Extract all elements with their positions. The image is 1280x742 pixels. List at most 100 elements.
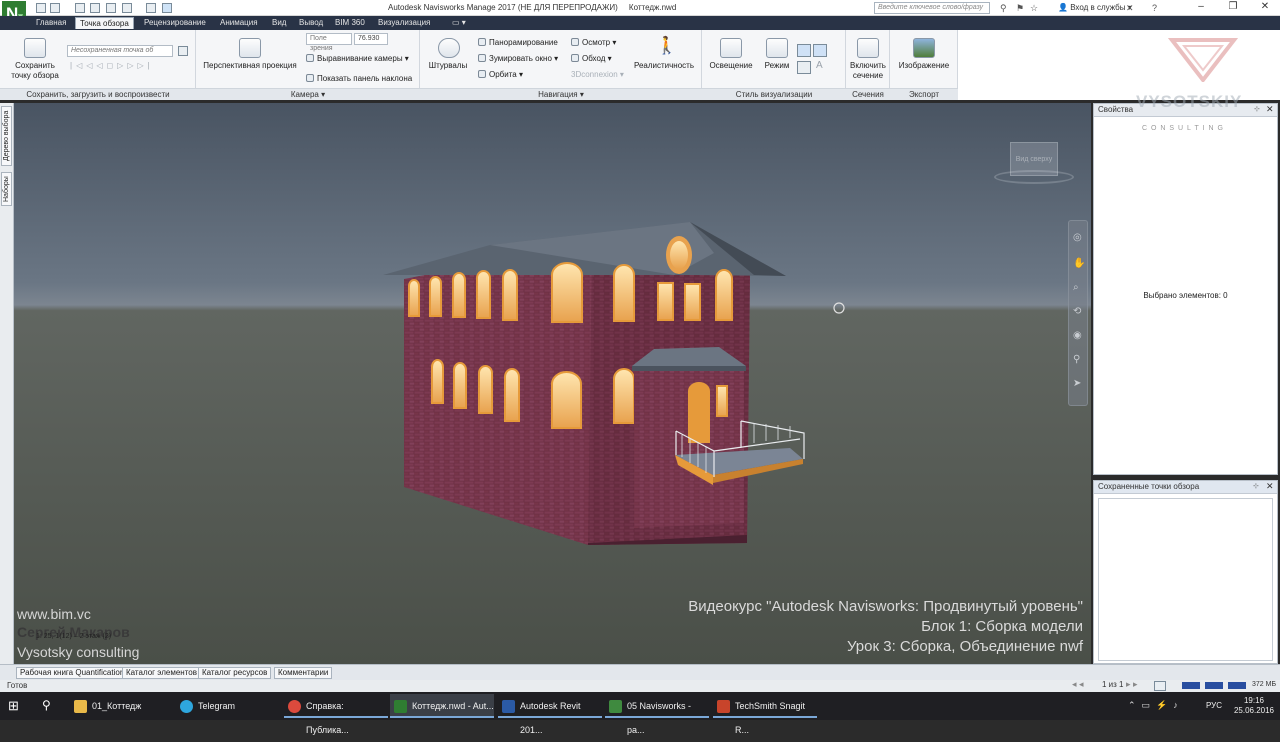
mode-button[interactable]: Режим (760, 61, 794, 71)
undo-icon[interactable] (106, 3, 116, 13)
tab-output[interactable]: Вывод (295, 17, 327, 29)
taskbar-item-telegram[interactable]: Telegram (176, 694, 280, 718)
render-mode-icon[interactable] (766, 38, 788, 58)
binoculars-search-icon[interactable]: ⚲ (1000, 3, 1007, 14)
steering-wheels-button[interactable]: Штурвалы (424, 61, 472, 71)
image-export-button[interactable]: Изображение (890, 61, 958, 71)
tab-animation[interactable]: Анимация (216, 17, 262, 29)
nav-select-icon[interactable]: ➤ (1073, 378, 1081, 389)
orbit-button[interactable]: Орбита ▾ (478, 70, 523, 80)
star-icon[interactable]: ☆ (1030, 3, 1038, 14)
playback-controls[interactable]: |◁◁◁◻▷▷▷| (70, 61, 154, 71)
tab-home[interactable]: Главная (32, 17, 70, 29)
show-tilt-panel-button[interactable]: Показать панель наклона (306, 74, 412, 84)
taskbar-item-revit[interactable]: Autodesk Revit 201... (498, 694, 602, 735)
3dconnexion-button[interactable]: 3Dconnexion ▾ (571, 70, 624, 80)
open-file-icon[interactable] (50, 3, 60, 13)
pan-button[interactable]: Панорамирование (478, 38, 558, 48)
tab-bim360[interactable]: BIM 360 (331, 17, 369, 29)
tab-view[interactable]: Вид (268, 17, 290, 29)
fov-input[interactable]: 76.930 (354, 33, 388, 45)
redo-icon[interactable] (122, 3, 132, 13)
tab-review[interactable]: Рецензирование (140, 17, 210, 29)
help-icon[interactable]: ? (1152, 3, 1157, 13)
search-icon[interactable]: ⚲ (42, 698, 51, 712)
clock[interactable]: 19:16 25.06.2016 (1232, 696, 1276, 716)
select-cursor-icon[interactable] (162, 3, 172, 13)
page-indicator: 1 из 1 (1102, 680, 1124, 689)
new-file-icon[interactable] (36, 3, 46, 13)
taskbar-item-snagit[interactable]: TechSmith Snagit R... (713, 694, 817, 735)
telegram-icon (180, 700, 193, 713)
saved-pin-icon[interactable]: ⊹ (1253, 482, 1259, 490)
section-plane-icon[interactable] (857, 38, 879, 58)
perspective-button[interactable]: Перспективная проекция (200, 61, 300, 71)
exchange-icon[interactable]: ✕ (1126, 3, 1134, 14)
tab-extra-dropdown[interactable]: ▭ ▾ (448, 17, 470, 29)
walk-button[interactable]: Обход ▾ (571, 54, 612, 64)
nav-pan-icon[interactable]: ✋ (1073, 258, 1085, 269)
refresh-icon[interactable] (146, 3, 156, 13)
tab-viewpoint[interactable]: Точка обзора (75, 17, 134, 29)
tab-visualization[interactable]: Визуализация (374, 17, 434, 29)
person-icon[interactable]: 🚶 (656, 36, 677, 58)
subscription-icon[interactable]: ⚑ (1016, 3, 1024, 14)
align-camera-button[interactable]: Выравнивание камеры ▾ (306, 54, 409, 64)
system-tray-icons[interactable]: ⌃▭⚡♪ (1128, 700, 1184, 711)
taskbar-item-navisworks[interactable]: Коттедж.nwd - Aut... (390, 694, 494, 718)
save-icon[interactable] (75, 3, 85, 13)
sign-in-link[interactable]: 👤 Вход в службы ▾ (1058, 3, 1132, 12)
viewpoint-select[interactable]: Несохраненная точка об (67, 45, 173, 57)
text-icon[interactable]: A (816, 61, 823, 71)
saved-viewpoints-list[interactable] (1098, 498, 1273, 661)
taskbar-item-explorer[interactable]: 01_Коттедж (70, 694, 174, 718)
image-export-icon[interactable] (913, 38, 935, 58)
minimize-button[interactable]: – (1192, 1, 1210, 12)
tab-comments[interactable]: Комментарии (274, 667, 333, 679)
lines-icon[interactable] (813, 44, 827, 57)
flashlight-icon[interactable] (720, 38, 742, 58)
maximize-button[interactable]: ❐ (1224, 1, 1242, 12)
pin-icon[interactable]: ⊹ (1254, 105, 1260, 113)
align-camera-icon (306, 54, 314, 62)
points-icon[interactable] (797, 61, 811, 74)
perspective-icon[interactable] (239, 38, 261, 58)
edit-viewpoint-icon[interactable] (178, 46, 188, 56)
web-progress-bar (1228, 682, 1246, 689)
look-around-button[interactable]: Осмотр ▾ (571, 38, 616, 48)
enable-section-button[interactable]: Включить сечение (846, 61, 890, 81)
close-button[interactable]: ✕ (1256, 1, 1274, 12)
saved-close-icon[interactable]: ✕ (1266, 481, 1274, 492)
section-label-export: Экспорт (890, 88, 958, 100)
taskbar-item-navisworks-doc[interactable]: 05 Navisworks - ра... (605, 694, 709, 735)
zoom-window-button[interactable]: Зумировать окно ▾ (478, 54, 558, 64)
taskbar-item-chrome[interactable]: Справка: Публика... (284, 694, 388, 735)
sets-tab[interactable]: Наборы (1, 172, 12, 206)
tab-resource-catalog[interactable]: Каталог ресурсов (198, 667, 272, 679)
save-viewpoint-button[interactable]: Сохранить точку обзора (6, 61, 64, 81)
section-label-render-style: Стиль визуализации (702, 88, 846, 100)
page-next-arrows[interactable]: ▸ ▸ (1126, 679, 1138, 690)
keyword-search-input[interactable]: Введите ключевое слово/фразу (874, 2, 990, 14)
tab-quantification[interactable]: Рабочая книга Quantification (16, 667, 129, 679)
steering-wheel-icon[interactable] (438, 38, 460, 58)
selection-tree-tab[interactable]: Дерево выбора (1, 106, 12, 166)
snagit-icon (717, 700, 730, 713)
nav-orbit-icon[interactable]: ⟲ (1073, 306, 1081, 317)
camera-save-icon[interactable] (24, 38, 46, 58)
textures-icon[interactable] (797, 44, 811, 57)
print-icon[interactable] (90, 3, 100, 13)
nav-wheel-icon[interactable]: ◎ (1073, 232, 1082, 243)
nav-zoom-icon[interactable]: ⌕ (1073, 282, 1079, 293)
start-button[interactable]: ⊞ (8, 698, 19, 714)
properties-close-icon[interactable]: ✕ (1266, 104, 1274, 115)
page-nav-arrows[interactable]: ◂ ◂ (1072, 679, 1084, 690)
realism-button[interactable]: Реалистичность (632, 61, 696, 71)
nav-walk-icon[interactable]: ⚲ (1073, 354, 1080, 365)
nav-look-icon[interactable]: ◉ (1073, 330, 1082, 341)
tab-item-catalog[interactable]: Каталог элементов (122, 667, 201, 679)
viewcube-compass[interactable] (994, 170, 1074, 184)
sheet-browser-icon[interactable] (1154, 681, 1166, 691)
language-indicator[interactable]: РУС (1206, 701, 1222, 710)
lighting-button[interactable]: Освещение (704, 61, 758, 71)
